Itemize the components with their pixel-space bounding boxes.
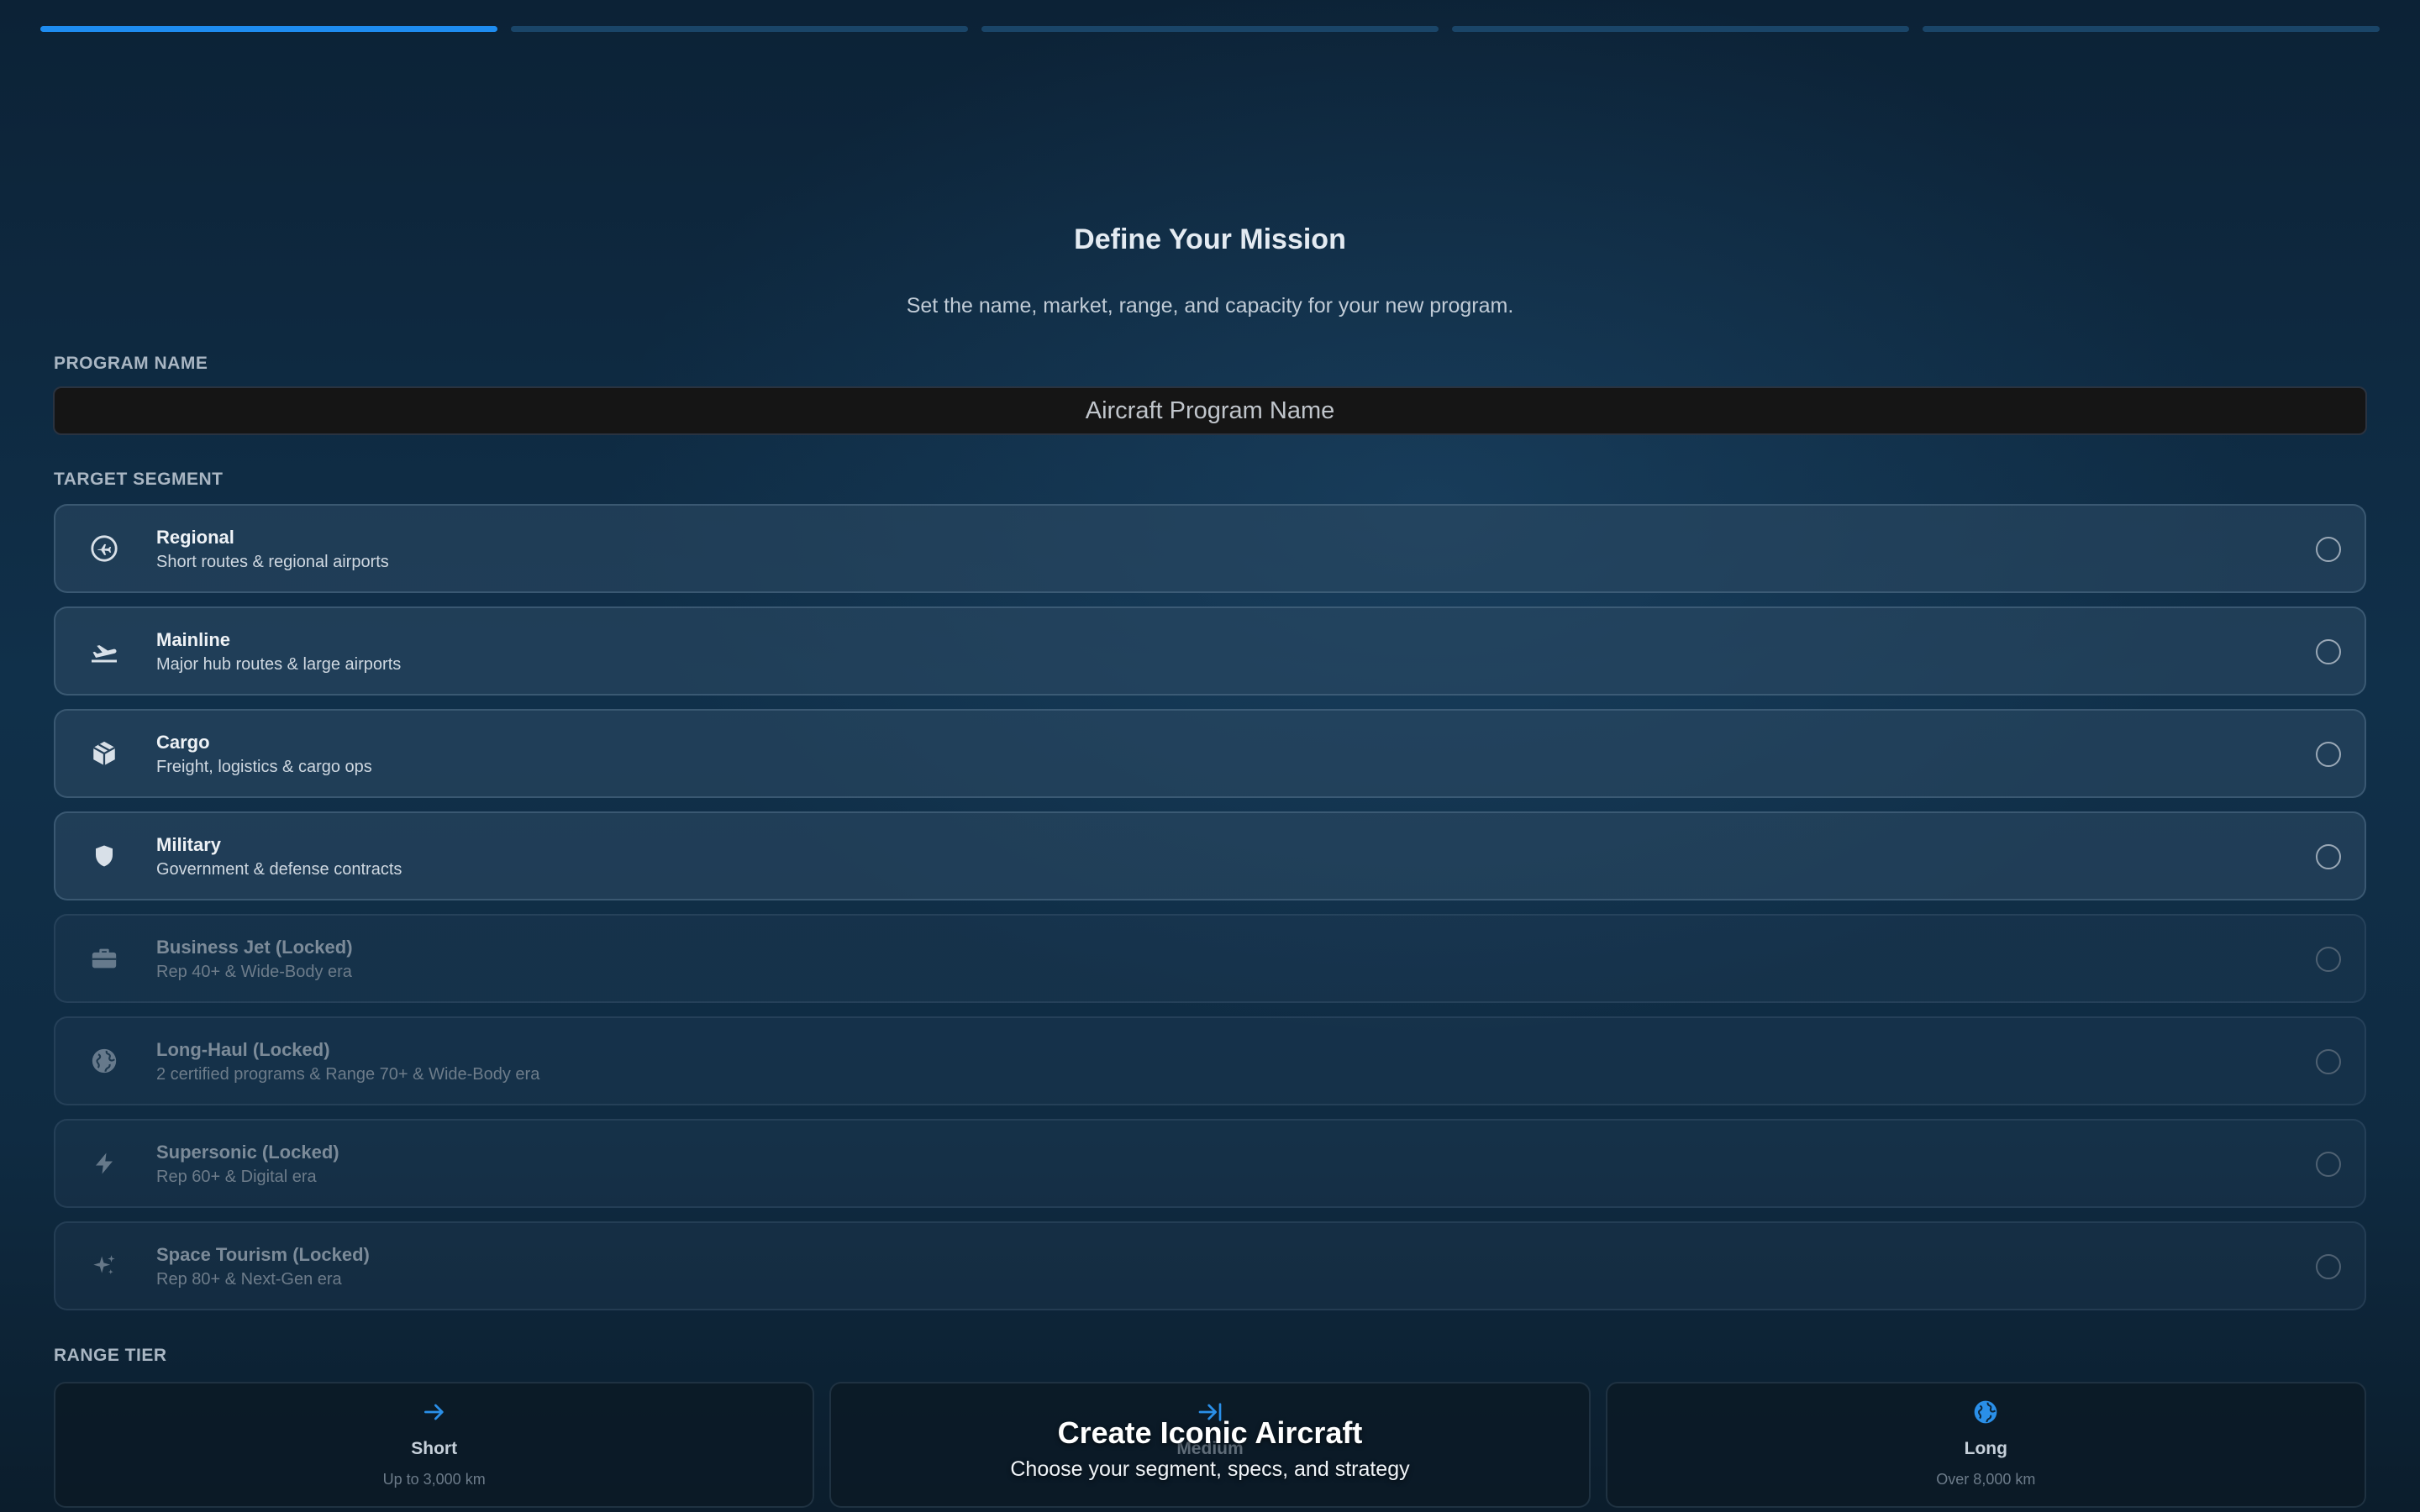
- segment-name: Business Jet (Locked): [156, 937, 353, 958]
- segment-radio: [2316, 1049, 2341, 1074]
- plane-takeoff-icon: [89, 636, 119, 666]
- segment-name: Long-Haul (Locked): [156, 1039, 330, 1060]
- range-tier-label: RANGE TIER: [54, 1346, 167, 1365]
- segment-option-long-haul: Long-Haul (Locked) 2 certified programs …: [54, 1016, 2366, 1105]
- shield-icon: [89, 841, 119, 871]
- segment-option-supersonic: Supersonic (Locked) Rep 60+ & Digital er…: [54, 1119, 2366, 1208]
- segment-name: Regional: [156, 527, 234, 548]
- globe-icon: [89, 1046, 119, 1076]
- segment-radio[interactable]: [2316, 639, 2341, 664]
- segment-option-space-tourism: Space Tourism (Locked) Rep 80+ & Next-Ge…: [54, 1221, 2366, 1310]
- segment-desc: Rep 60+ & Digital era: [156, 1168, 317, 1186]
- segment-list: Regional Short routes & regional airport…: [54, 504, 2366, 1324]
- segment-option-mainline[interactable]: Mainline Major hub routes & large airpor…: [54, 606, 2366, 696]
- target-segment-label: TARGET SEGMENT: [54, 470, 224, 489]
- segment-desc: Rep 80+ & Next-Gen era: [156, 1270, 342, 1289]
- page-subtitle: Set the name, market, range, and capacit…: [906, 294, 1514, 318]
- segment-desc: Major hub routes & large airports: [156, 655, 402, 674]
- range-name: Short: [411, 1439, 458, 1458]
- segment-name: Supersonic (Locked): [156, 1142, 339, 1163]
- package-icon: [89, 738, 119, 769]
- segment-desc: Short routes & regional airports: [156, 553, 389, 571]
- briefcase-icon: [89, 943, 119, 974]
- segment-name: Military: [156, 834, 222, 855]
- range-desc: Over 8,000 km: [1936, 1471, 2036, 1488]
- segment-option-business-jet: Business Jet (Locked) Rep 40+ & Wide-Bod…: [54, 914, 2366, 1003]
- segment-option-regional[interactable]: Regional Short routes & regional airport…: [54, 504, 2366, 593]
- range-option-short[interactable]: Short Up to 3,000 km: [54, 1382, 815, 1508]
- progress-step-1: [40, 26, 497, 32]
- lightning-icon: [89, 1148, 119, 1179]
- arrow-right-to-line-icon: [831, 1399, 1588, 1425]
- program-name-input[interactable]: [53, 386, 2367, 435]
- step-progress: [40, 26, 2380, 34]
- program-name-label: PROGRAM NAME: [54, 354, 208, 373]
- segment-desc: Government & defense contracts: [156, 860, 402, 879]
- segment-desc: 2 certified programs & Range 70+ & Wide-…: [156, 1065, 540, 1084]
- range-desc: Up to 3,000 km: [382, 1471, 486, 1488]
- plane-circle-icon: [89, 533, 119, 564]
- progress-step-5: [1923, 26, 2380, 32]
- segment-name: Cargo: [156, 732, 210, 753]
- progress-step-3: [981, 26, 1439, 32]
- progress-step-2: [511, 26, 968, 32]
- segment-name: Space Tourism (Locked): [156, 1244, 370, 1265]
- segment-desc: Rep 40+ & Wide-Body era: [156, 963, 352, 981]
- range-option-long[interactable]: Long Over 8,000 km: [1605, 1382, 2366, 1508]
- segment-option-cargo[interactable]: Cargo Freight, logistics & cargo ops: [54, 709, 2366, 798]
- segment-radio[interactable]: [2316, 537, 2341, 562]
- segment-radio[interactable]: [2316, 742, 2341, 767]
- segment-radio: [2316, 1152, 2341, 1177]
- globe-icon: [1607, 1399, 2365, 1425]
- arrow-right-icon: [55, 1399, 813, 1425]
- segment-name: Mainline: [156, 629, 231, 650]
- range-option-medium[interactable]: Medium: [829, 1382, 1591, 1508]
- progress-step-4: [1452, 26, 1909, 32]
- sparkle-icon: [89, 1251, 119, 1281]
- segment-radio: [2316, 1254, 2341, 1279]
- segment-radio[interactable]: [2316, 844, 2341, 869]
- range-tier-options: Short Up to 3,000 km Medium Long Over 8,…: [54, 1382, 2366, 1508]
- page-title: Define Your Mission: [1074, 223, 1346, 255]
- range-name: Medium: [1176, 1439, 1244, 1458]
- segment-desc: Freight, logistics & cargo ops: [156, 758, 372, 776]
- range-name: Long: [1964, 1439, 2007, 1458]
- segment-option-military[interactable]: Military Government & defense contracts: [54, 811, 2366, 900]
- segment-radio: [2316, 947, 2341, 972]
